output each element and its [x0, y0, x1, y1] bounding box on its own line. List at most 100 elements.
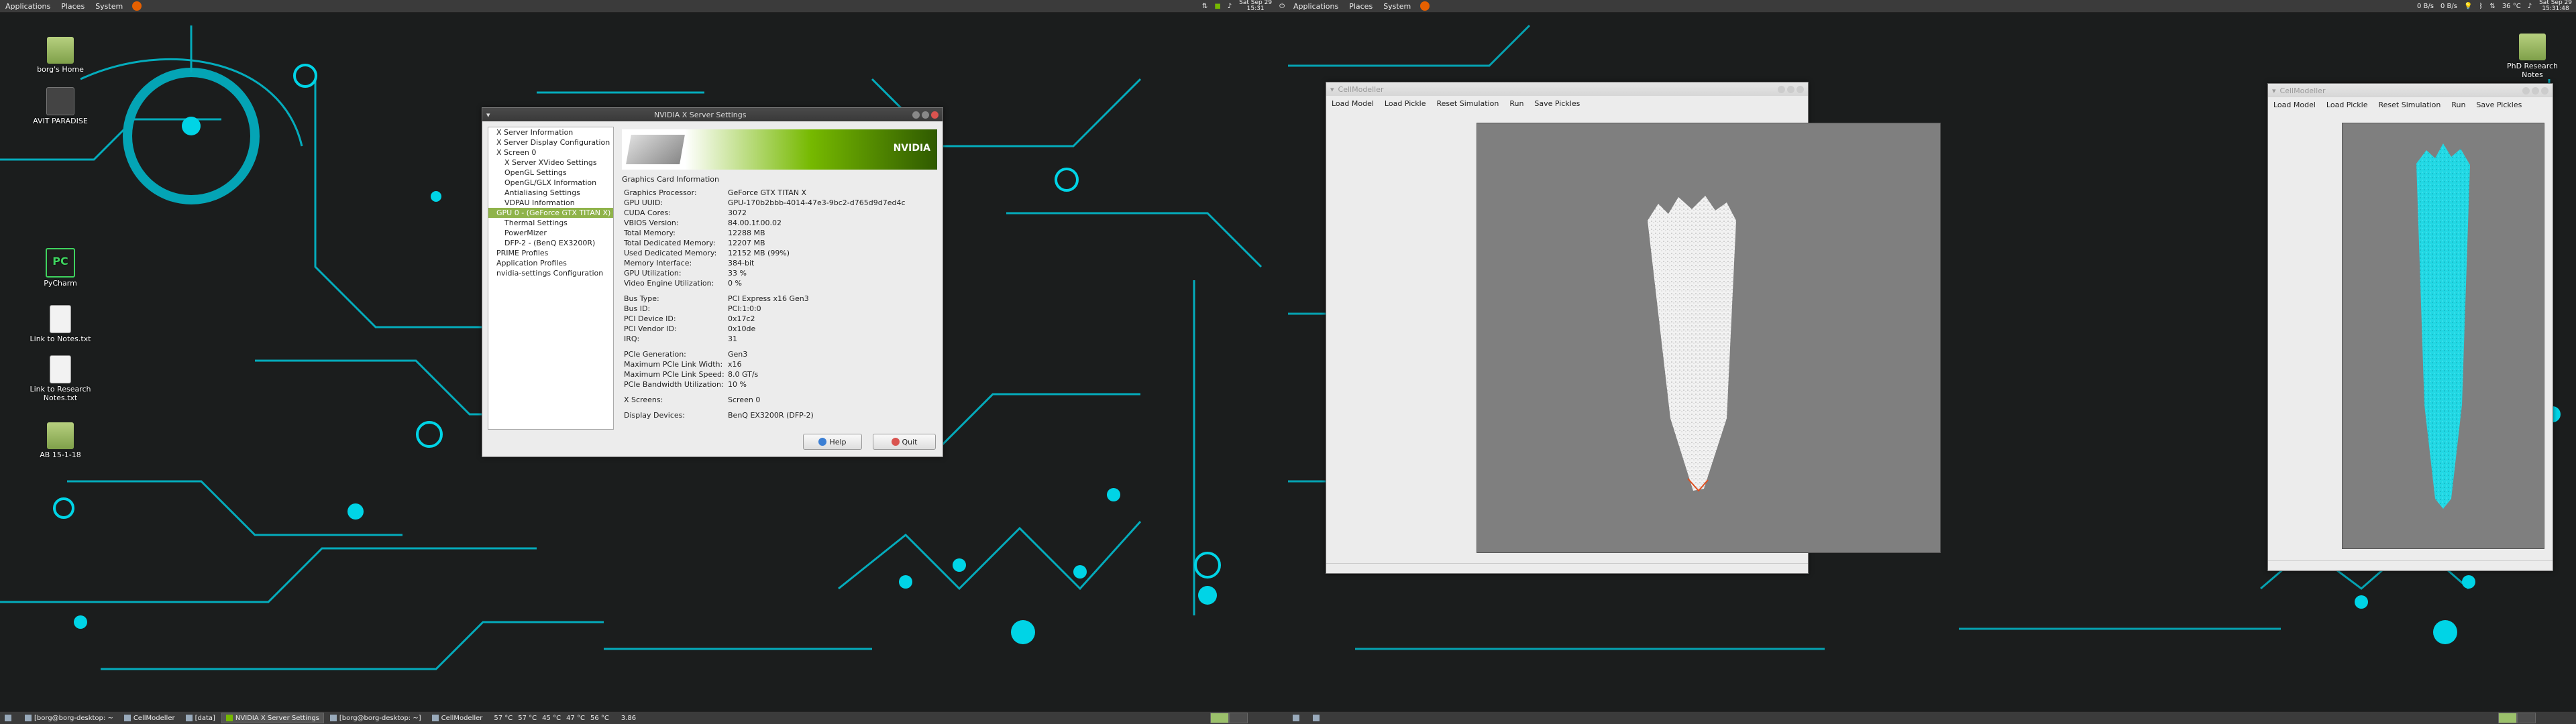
volume-icon[interactable]: ♪	[1224, 3, 1235, 10]
firefox-icon[interactable]	[132, 1, 142, 11]
desktop-icon-avit[interactable]: AVIT PARADISE	[23, 87, 97, 125]
load-pickle-button[interactable]: Load Pickle	[2321, 101, 2373, 109]
save-pickles-button[interactable]: Save Pickles	[1529, 99, 1585, 108]
trash-button[interactable]	[1308, 713, 1327, 723]
menu-applications[interactable]: Applications	[1288, 2, 1344, 11]
section-title: Graphics Card Information	[622, 175, 719, 184]
tree-item[interactable]: X Server XVideo Settings	[488, 158, 613, 168]
menu-places[interactable]: Places	[1344, 2, 1378, 11]
cellmodeller-toolbar: Load Model Load Pickle Reset Simulation …	[2268, 97, 2553, 112]
reset-simulation-button[interactable]: Reset Simulation	[1432, 99, 1505, 108]
reset-simulation-button[interactable]: Reset Simulation	[2373, 101, 2447, 109]
close-icon[interactable]	[931, 111, 938, 119]
taskbar-item[interactable]: [borg@borg-desktop: ~]	[325, 713, 426, 723]
info-value: Gen3	[728, 350, 748, 359]
run-button[interactable]: Run	[2446, 101, 2471, 109]
close-icon[interactable]	[2541, 86, 2548, 95]
tree-item[interactable]: X Screen 0	[488, 147, 613, 158]
cellmodeller-titlebar[interactable]: ▾ CellModeller	[2268, 84, 2553, 97]
cell-colony-render	[2416, 143, 2470, 509]
desktop-icon-home[interactable]: borg's Home	[23, 37, 97, 74]
save-pickles-button[interactable]: Save Pickles	[2471, 101, 2527, 109]
desktop-icon-label: Link to Notes.txt	[30, 335, 91, 343]
workspace-1[interactable]	[2498, 713, 2517, 723]
minimize-icon[interactable]	[1778, 85, 1785, 93]
help-label: Help	[829, 437, 847, 446]
info-row: X Screens: Screen 0	[622, 395, 937, 405]
quit-button[interactable]: Quit	[873, 434, 936, 450]
workspace-2[interactable]	[2517, 713, 2536, 723]
menu-system[interactable]: System	[90, 2, 128, 11]
taskbar-label: [data]	[195, 714, 215, 722]
gpu-info-panel: Graphics Card Information Graphics Proce…	[622, 175, 937, 420]
desktop-icon-label: AB 15-1-18	[40, 450, 81, 459]
menu-places[interactable]: Places	[56, 2, 90, 11]
info-value: 8.0 GT/s	[728, 370, 759, 379]
info-row: GPU Utilization: 33 %	[622, 268, 937, 278]
info-key: Display Devices:	[624, 411, 686, 420]
firefox-icon[interactable]	[1420, 1, 1430, 11]
load-pickle-button[interactable]: Load Pickle	[1379, 99, 1432, 108]
help-button[interactable]: Help	[803, 434, 862, 450]
bluetooth-icon[interactable]: ᛒ	[2475, 3, 2486, 10]
simulation-viewport[interactable]	[2342, 123, 2544, 549]
minimize-icon[interactable]	[912, 111, 920, 119]
menu-system[interactable]: System	[1378, 2, 1416, 11]
load-model-button[interactable]: Load Model	[2268, 101, 2321, 109]
info-row: PCI Vendor ID: 0x10de	[622, 324, 937, 334]
desktop-icon-ab[interactable]: AB 15-1-18	[23, 422, 97, 459]
tree-item[interactable]: Antialiasing Settings	[488, 188, 613, 198]
tree-item[interactable]: PRIME Profiles	[488, 248, 613, 258]
desktop-icon-notes[interactable]: Link to Notes.txt	[23, 305, 97, 343]
tree-item-selected[interactable]: GPU 0 - (GeForce GTX TITAN X)	[488, 208, 613, 218]
volume-icon[interactable]: ♪	[2524, 3, 2535, 10]
nvidia-titlebar[interactable]: ▾ NVIDIA X Server Settings	[482, 108, 943, 121]
info-value: 12207 MB	[728, 239, 765, 247]
taskbar-item[interactable]: [borg@borg-desktop: ~	[20, 713, 118, 723]
tree-item[interactable]: OpenGL Settings	[488, 168, 613, 178]
minimize-icon[interactable]	[2522, 86, 2530, 95]
cellmodeller-titlebar[interactable]: ▾ CellModeller	[1326, 82, 1808, 96]
tree-item[interactable]: OpenGL/GLX Information	[488, 178, 613, 188]
load-model-button[interactable]: Load Model	[1326, 99, 1379, 108]
workspace-switcher[interactable]	[2498, 713, 2536, 723]
info-key: PCI Vendor ID:	[624, 324, 677, 333]
workspace-2[interactable]	[1229, 713, 1248, 723]
workspace-switcher[interactable]	[1210, 713, 1248, 723]
run-button[interactable]: Run	[1504, 99, 1529, 108]
desktop-icon-phd-notes[interactable]: PhD Research Notes	[2496, 34, 2569, 79]
maximize-icon[interactable]	[1787, 85, 1794, 93]
tree-item[interactable]: nvidia-settings Configuration	[488, 268, 613, 278]
clock[interactable]: Sat Sep 29 15:31:48	[2535, 0, 2576, 12]
taskbar-item[interactable]: [data]	[181, 713, 220, 723]
taskbar-item-active[interactable]: NVIDIA X Server Settings	[221, 713, 324, 723]
maximize-icon[interactable]	[2532, 86, 2539, 95]
network-icon[interactable]: ⇅	[1199, 3, 1211, 10]
network-icon[interactable]: ⇅	[2486, 3, 2498, 10]
desktop-icon-pycharm[interactable]: PC PyCharm	[23, 248, 97, 288]
close-icon[interactable]	[1796, 85, 1804, 93]
tree-item[interactable]: PowerMizer	[488, 228, 613, 238]
tree-item[interactable]: VDPAU Information	[488, 198, 613, 208]
show-desktop-button[interactable]	[0, 713, 19, 723]
workspace-1[interactable]	[1210, 713, 1229, 723]
tree-item[interactable]: X Server Display Configuration	[488, 137, 613, 147]
power-icon[interactable]: ⏻	[1276, 3, 1288, 10]
bulb-icon[interactable]: 💡	[2461, 3, 2475, 10]
clock[interactable]: Sat Sep 29 15:31	[1235, 0, 1276, 12]
simulation-viewport[interactable]	[1477, 123, 1941, 553]
net-up-rate: 0 B/s	[2440, 2, 2457, 10]
tree-item[interactable]: Thermal Settings	[488, 218, 613, 228]
tree-item[interactable]: Application Profiles	[488, 258, 613, 268]
gpu-tray-icon[interactable]: ■	[1211, 3, 1224, 10]
maximize-icon[interactable]	[922, 111, 929, 119]
taskbar-item[interactable]: CellModeller	[119, 713, 180, 723]
tree-item[interactable]: X Server Information	[488, 127, 613, 137]
show-desktop-button[interactable]	[1288, 713, 1307, 723]
desktop-icon-research-notes[interactable]: Link to Research Notes.txt	[23, 355, 97, 402]
menu-applications[interactable]: Applications	[0, 2, 56, 11]
taskbar-item[interactable]: CellModeller	[427, 713, 488, 723]
window-title: CellModeller	[2279, 86, 2326, 95]
tree-item[interactable]: DFP-2 - (BenQ EX3200R)	[488, 238, 613, 248]
info-key: Bus ID:	[624, 304, 651, 313]
